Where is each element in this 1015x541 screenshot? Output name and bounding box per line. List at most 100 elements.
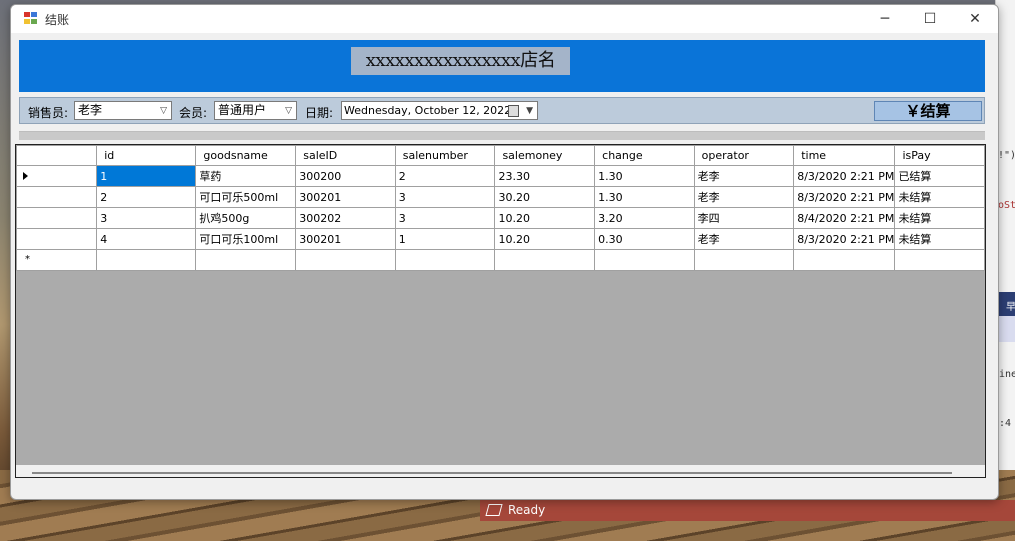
member-label: 会员: [179, 106, 208, 120]
table-cell[interactable]: 8/3/2020 2:21 PM [793, 165, 896, 187]
table-cell[interactable] [594, 249, 695, 271]
table-cell[interactable]: 1.30 [594, 165, 695, 187]
column-header-ispay[interactable]: isPay [894, 145, 985, 166]
column-header-goodsname[interactable]: goodsname [195, 145, 297, 166]
header-row: id goodsname saleID salenumber salemoney… [16, 145, 985, 166]
table-row[interactable]: 1 草药 300200 2 23.30 1.30 老李 8/3/2020 2:2… [16, 165, 985, 187]
table-cell[interactable]: 10.20 [494, 228, 596, 250]
sales-data-grid[interactable]: id goodsname saleID salenumber salemoney… [15, 144, 986, 478]
table-cell[interactable]: 老李 [693, 186, 795, 208]
table-cell[interactable] [894, 249, 985, 271]
status-text: Ready [508, 503, 546, 517]
ide-status-bar: Ready [480, 500, 1015, 521]
table-cell[interactable] [295, 249, 396, 271]
table-cell[interactable]: 2 [394, 165, 496, 187]
table-cell[interactable]: 300201 [295, 228, 396, 250]
row-header[interactable] [16, 186, 98, 208]
table-cell[interactable]: 扒鸡500g [195, 207, 297, 229]
ide-code-fragment: !") [998, 150, 1015, 161]
column-header-change[interactable]: change [594, 145, 695, 166]
checkout-button[interactable]: ￥结算 [874, 101, 982, 121]
chevron-down-icon: ▽ [285, 106, 292, 116]
table-cell[interactable]: 8/3/2020 2:21 PM [793, 186, 896, 208]
table-cell[interactable] [793, 249, 896, 271]
row-header-corner[interactable] [16, 145, 98, 166]
table-cell[interactable]: 30.20 [494, 186, 596, 208]
table-cell[interactable]: 10.20 [494, 207, 596, 229]
table-cell[interactable]: 可口可乐100ml [195, 228, 297, 250]
ide-panel [998, 316, 1015, 342]
ide-tab-label: 早 [1006, 302, 1015, 313]
date-value: Wednesday, October 12, 2022 [344, 104, 512, 117]
title-bar[interactable]: 结账 ─ ☐ ✕ [11, 5, 998, 33]
new-row[interactable]: * [16, 249, 985, 271]
row-header[interactable] [16, 165, 98, 187]
horizontal-scrollbar[interactable] [16, 465, 985, 477]
salesperson-combobox[interactable]: 老李 ▽ [74, 101, 172, 120]
table-cell[interactable] [394, 249, 496, 271]
table-row[interactable]: 3 扒鸡500g 300202 3 10.20 3.20 李四 8/4/2020… [16, 207, 985, 229]
table-row[interactable]: 4 可口可乐100ml 300201 1 10.20 0.30 老李 8/3/2… [16, 228, 985, 250]
column-header-id[interactable]: id [96, 145, 197, 166]
table-cell[interactable]: 23.30 [494, 165, 596, 187]
table-cell[interactable]: 0.30 [594, 228, 695, 250]
row-header[interactable] [16, 228, 98, 250]
column-header-saleid[interactable]: saleID [295, 145, 396, 166]
table-cell[interactable]: 1.30 [594, 186, 695, 208]
table-cell[interactable]: 老李 [693, 165, 795, 187]
member-combobox[interactable]: 普通用户 ▽ [214, 101, 297, 120]
table-cell[interactable] [195, 249, 297, 271]
table-cell[interactable]: 8/3/2020 2:21 PM [793, 228, 896, 250]
ide-code-fragment: oSt [998, 200, 1015, 211]
column-header-salenumber[interactable]: salenumber [394, 145, 496, 166]
table-cell[interactable]: 8/4/2020 2:21 PM [793, 207, 896, 229]
date-label: 日期: [305, 106, 334, 120]
date-picker[interactable]: Wednesday, October 12, 2022 ▼ [341, 101, 538, 120]
table-cell[interactable]: 老李 [693, 228, 795, 250]
table-cell[interactable]: 3 [96, 207, 197, 229]
store-banner: xxxxxxxxxxxxxxxx店名 [19, 40, 985, 92]
ide-panel-tab: 早 [998, 292, 1015, 316]
new-row-asterisk-icon: * [25, 254, 30, 265]
status-icon [485, 504, 503, 516]
maximize-button[interactable]: ☐ [907, 5, 953, 33]
close-button[interactable]: ✕ [952, 5, 998, 33]
ide-code-fragment: :4 [999, 418, 1012, 429]
ide-code-fragment: ine [999, 369, 1015, 380]
table-cell[interactable] [96, 249, 197, 271]
row-header[interactable]: * [16, 249, 98, 271]
column-header-operator[interactable]: operator [693, 145, 795, 166]
table-cell[interactable]: 3.20 [594, 207, 695, 229]
scrollbar-thumb[interactable] [32, 472, 952, 474]
salesperson-value: 老李 [78, 103, 103, 117]
table-cell[interactable]: 300202 [295, 207, 396, 229]
table-cell[interactable] [693, 249, 795, 271]
table-cell[interactable]: 1 [96, 165, 197, 187]
column-header-salemoney[interactable]: salemoney [494, 145, 596, 166]
chevron-down-icon: ▽ [160, 106, 167, 116]
table-cell[interactable]: 300200 [295, 165, 396, 187]
table-cell[interactable]: 4 [96, 228, 197, 250]
minimize-button[interactable]: ─ [862, 5, 908, 33]
table-cell[interactable]: 未结算 [894, 228, 985, 250]
table-cell[interactable]: 3 [394, 186, 496, 208]
table-row[interactable]: 2 可口可乐500ml 300201 3 30.20 1.30 老李 8/3/2… [16, 186, 985, 208]
table-cell[interactable]: 草药 [195, 165, 297, 187]
current-row-arrow-icon [23, 172, 28, 180]
table-cell[interactable]: 300201 [295, 186, 396, 208]
table-cell[interactable]: 可口可乐500ml [195, 186, 297, 208]
table-cell[interactable]: 1 [394, 228, 496, 250]
table-cell[interactable]: 已结算 [894, 165, 985, 187]
app-icon [24, 12, 38, 25]
column-header-time[interactable]: time [793, 145, 896, 166]
table-cell[interactable]: 未结算 [894, 186, 985, 208]
splitter-bar[interactable] [19, 131, 985, 140]
table-cell[interactable] [494, 249, 596, 271]
table-cell[interactable]: 2 [96, 186, 197, 208]
table-cell[interactable]: 3 [394, 207, 496, 229]
row-header[interactable] [16, 207, 98, 229]
calendar-icon [508, 105, 519, 117]
table-cell[interactable]: 李四 [693, 207, 795, 229]
window-title: 结账 [45, 13, 70, 27]
table-cell[interactable]: 未结算 [894, 207, 985, 229]
